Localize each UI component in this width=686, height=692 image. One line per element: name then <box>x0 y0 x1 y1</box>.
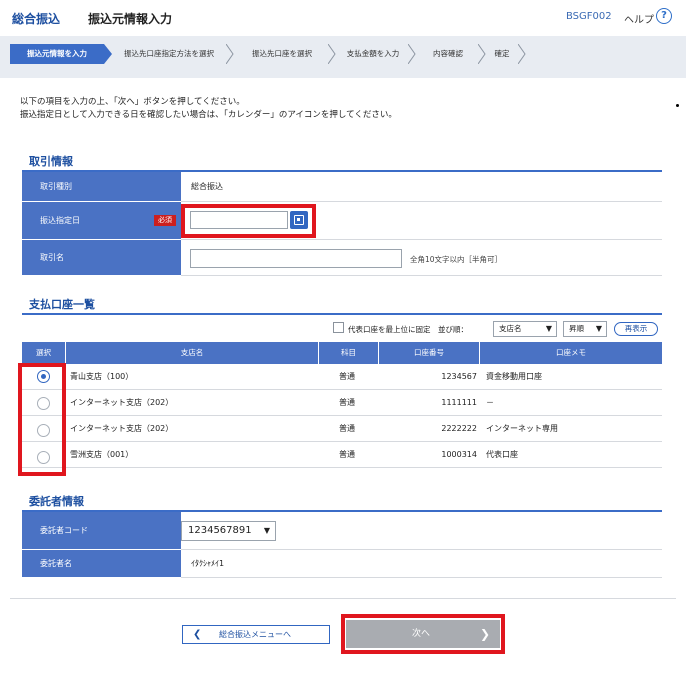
step-4: 支払金額を入力 <box>346 49 400 58</box>
transaction-section-title: 取引情報 <box>29 155 73 168</box>
redisplay-button[interactable]: 再表示 <box>614 322 658 336</box>
consignor-name-label: 委託者名 <box>22 550 181 578</box>
row-type: 普通 <box>339 442 355 468</box>
instruction-line-1: 以下の項目を入力の上、「次へ」ボタンを押してください。 <box>20 97 245 107</box>
required-badge: 必須 <box>154 215 176 226</box>
instructions: 以下の項目を入力の上、「次へ」ボタンを押してください。 振込指定日として入力でき… <box>20 96 397 122</box>
step-arrow-icon <box>328 44 336 64</box>
chevron-down-icon: ▼ <box>545 324 552 333</box>
back-to-menu-button[interactable]: ❮ 総合振込メニューへ <box>182 625 330 644</box>
highlight-radio-box <box>18 363 66 476</box>
step-arrow-icon <box>104 44 112 64</box>
row-branch: 雪洲支店（001） <box>70 442 134 468</box>
row-memo: インターネット専用 <box>486 416 558 442</box>
row-branch: 青山支店（100） <box>70 364 134 390</box>
step-arrow-icon <box>226 44 234 64</box>
col-memo: 口座メモ <box>480 342 662 364</box>
row-memo: 資金移動用口座 <box>486 364 542 390</box>
consignor-section-title: 委託者情報 <box>29 495 84 508</box>
step-6: 確定 <box>494 49 510 58</box>
step-arrow-icon <box>408 44 416 64</box>
row-number: 1111111 <box>379 390 477 416</box>
row-number: 2222222 <box>379 416 477 442</box>
highlight-date-box <box>181 204 316 238</box>
page-header: 総合振込 振込元情報入力 BSGF002 ヘルプ ? <box>0 0 686 36</box>
stray-dot <box>676 104 679 107</box>
row-number: 1000314 <box>379 442 477 468</box>
chevron-down-icon: ▼ <box>263 526 270 535</box>
row-type: 普通 <box>339 390 355 416</box>
name-hint: 全角10文字以内［半角可］ <box>410 255 503 264</box>
type-value: 総合振込 <box>181 172 662 202</box>
pin-representative-label: 代表口座を最上位に固定 並び順： <box>348 325 468 334</box>
step-arrow-icon <box>518 44 526 64</box>
page-title: 振込元情報入力 <box>88 12 173 26</box>
row-memo: 代表口座 <box>486 442 518 468</box>
step-5: 内容確認 <box>433 49 463 58</box>
highlight-next-box <box>341 614 505 654</box>
row-branch: インターネット支店（202） <box>70 390 174 416</box>
row-type: 普通 <box>339 364 355 390</box>
screen-code: BSGF002 <box>566 11 612 22</box>
step-1: 振込元情報を入力 <box>10 44 104 64</box>
step-arrow-icon <box>478 44 486 64</box>
step-2: 振込先口座指定方法を選択 <box>124 49 214 58</box>
col-select: 選択 <box>22 342 66 364</box>
accounts-section-title: 支払口座一覧 <box>29 298 95 311</box>
footer-divider <box>10 598 676 599</box>
name-label: 取引名 <box>22 240 181 276</box>
row-type: 普通 <box>339 416 355 442</box>
chevron-left-icon: ❮ <box>193 629 202 640</box>
col-number: 口座番号 <box>379 342 480 364</box>
instruction-line-2: 振込指定日として入力できる日を確認したい場合は、「カレンダー」のアイコンを押して… <box>20 110 397 120</box>
service-name: 総合振込 <box>12 12 61 26</box>
col-type: 科目 <box>319 342 379 364</box>
consignor-code-select[interactable]: 1234567891 ▼ <box>181 521 276 541</box>
type-label: 取引種別 <box>22 172 181 202</box>
help-icon[interactable]: ? <box>656 8 672 24</box>
order-select[interactable]: 昇順 ▼ <box>563 321 607 337</box>
transaction-name-input[interactable] <box>190 249 402 268</box>
progress-steps: 振込元情報を入力 振込先口座指定方法を選択 振込先口座を選択 支払金額を入力 内… <box>0 36 686 78</box>
consignor-code-label: 委託者コード <box>22 512 181 550</box>
col-branch: 支店名 <box>66 342 319 364</box>
section-divider <box>22 313 662 315</box>
row-number: 1234567 <box>379 364 477 390</box>
chevron-down-icon: ▼ <box>595 324 602 333</box>
row-memo: － <box>486 390 494 416</box>
pin-representative-checkbox[interactable] <box>333 322 344 333</box>
row-branch: インターネット支店（202） <box>70 416 174 442</box>
sort-select[interactable]: 支店名 ▼ <box>493 321 557 337</box>
step-3: 振込先口座を選択 <box>252 49 312 58</box>
help-link[interactable]: ヘルプ <box>624 11 654 26</box>
consignor-name-value: ｲﾀｸｼｬﾒｲ1 <box>181 550 662 578</box>
